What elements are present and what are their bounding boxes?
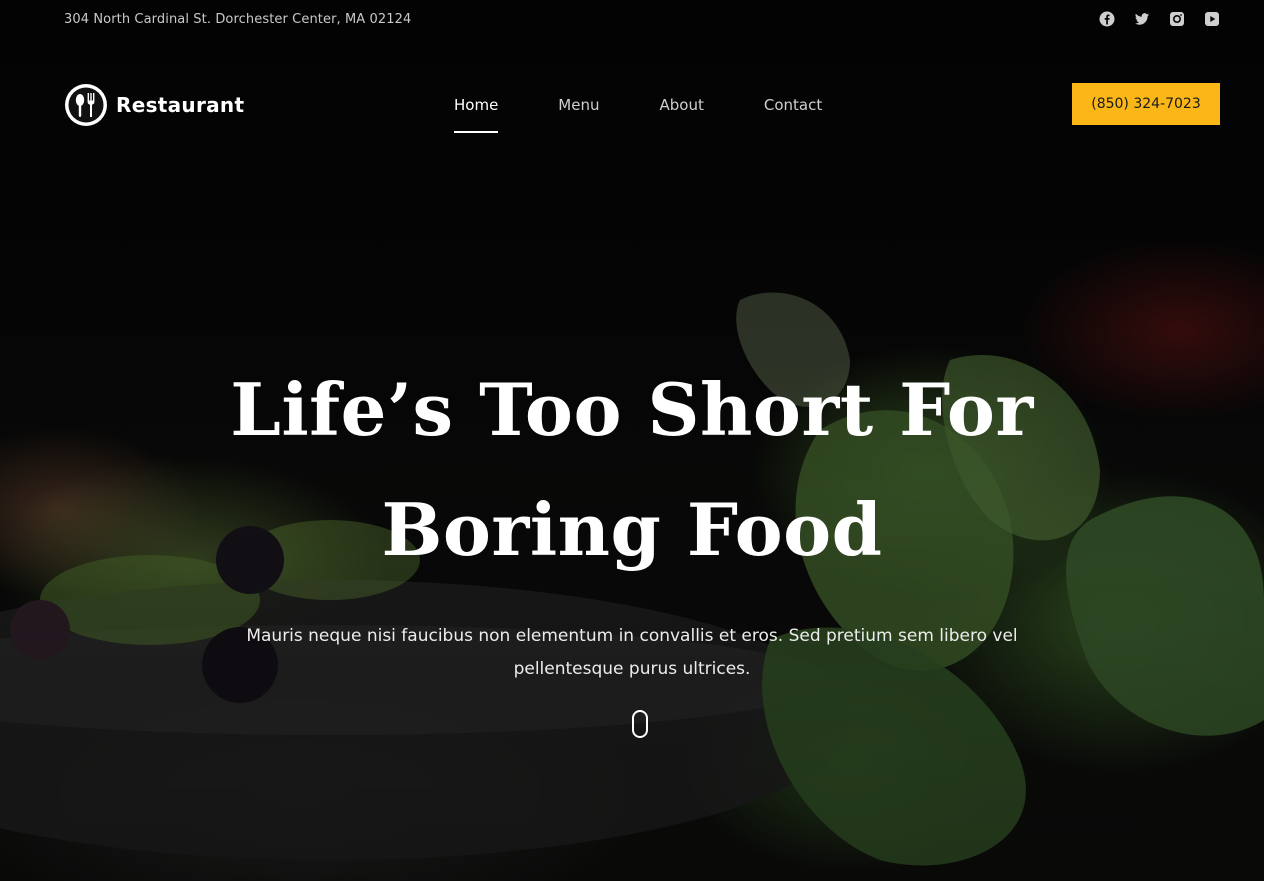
main-nav: Home Menu About Contact (454, 80, 822, 133)
hero-section: Life’s Too Short For Boring Food Mauris … (0, 350, 1264, 686)
twitter-icon[interactable] (1134, 11, 1150, 27)
nav-item-home[interactable]: Home (454, 80, 499, 133)
mouse-scroll-icon[interactable] (632, 710, 648, 738)
facebook-icon[interactable] (1099, 11, 1115, 27)
hero-subtitle: Mauris neque nisi faucibus non elementum… (246, 626, 1018, 679)
phone-button[interactable]: (850) 324-7023 (1072, 83, 1220, 125)
youtube-icon[interactable] (1204, 11, 1220, 27)
nav-item-menu[interactable]: Menu (558, 80, 599, 130)
brand-name: Restaurant (116, 93, 245, 117)
hero-title-line-2: Boring Food (381, 487, 883, 572)
topbar: 304 North Cardinal St. Dorchester Center… (64, 0, 1220, 38)
hero-title: Life’s Too Short For Boring Food (132, 350, 1132, 590)
address-text: 304 North Cardinal St. Dorchester Center… (64, 11, 412, 27)
brand-link[interactable]: Restaurant (64, 83, 244, 127)
nav-item-contact[interactable]: Contact (764, 80, 822, 130)
social-links (1099, 11, 1220, 27)
navbar: Restaurant Home Menu About Contact (850)… (64, 80, 1220, 133)
nav-item-about[interactable]: About (659, 80, 703, 130)
instagram-icon[interactable] (1169, 11, 1185, 27)
fork-spoon-icon (64, 83, 108, 127)
hero-title-line-1: Life’s Too Short For (230, 367, 1034, 452)
